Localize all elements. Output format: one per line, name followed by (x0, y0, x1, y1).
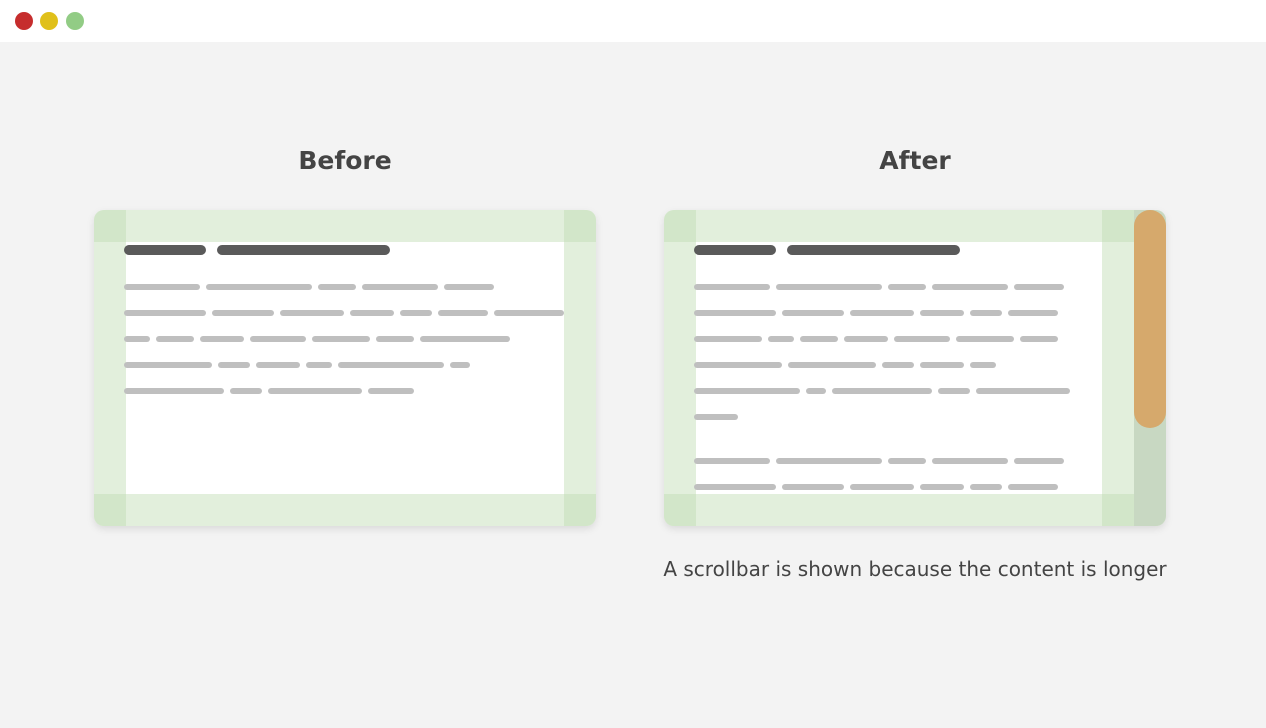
scrollbar-thumb[interactable] (1134, 210, 1166, 428)
padding-bottom-overlay (664, 494, 1102, 526)
after-heading: After (879, 146, 951, 175)
padding-corner (1102, 494, 1134, 526)
padding-corner (1102, 210, 1134, 242)
close-window-button[interactable] (15, 12, 33, 30)
minimize-window-button[interactable] (40, 12, 58, 30)
content-area (694, 243, 1102, 526)
padding-corner (564, 494, 596, 526)
padding-right (564, 210, 596, 526)
window-titlebar (0, 0, 1266, 42)
padding-corner (94, 210, 126, 242)
scrollbar-track[interactable] (1134, 210, 1166, 526)
after-card (664, 210, 1166, 526)
after-caption: A scrollbar is shown because the content… (663, 557, 1167, 581)
before-heading: Before (298, 146, 392, 175)
padding-corner (564, 210, 596, 242)
padding-left (664, 210, 696, 526)
padding-top (664, 210, 1166, 242)
padding-top (94, 210, 596, 242)
padding-right (1102, 210, 1134, 526)
padding-corner (664, 494, 696, 526)
maximize-window-button[interactable] (66, 12, 84, 30)
padding-corner (664, 210, 696, 242)
content-area (124, 243, 566, 526)
padding-corner (94, 494, 126, 526)
padding-left (94, 210, 126, 526)
before-card (94, 210, 596, 526)
